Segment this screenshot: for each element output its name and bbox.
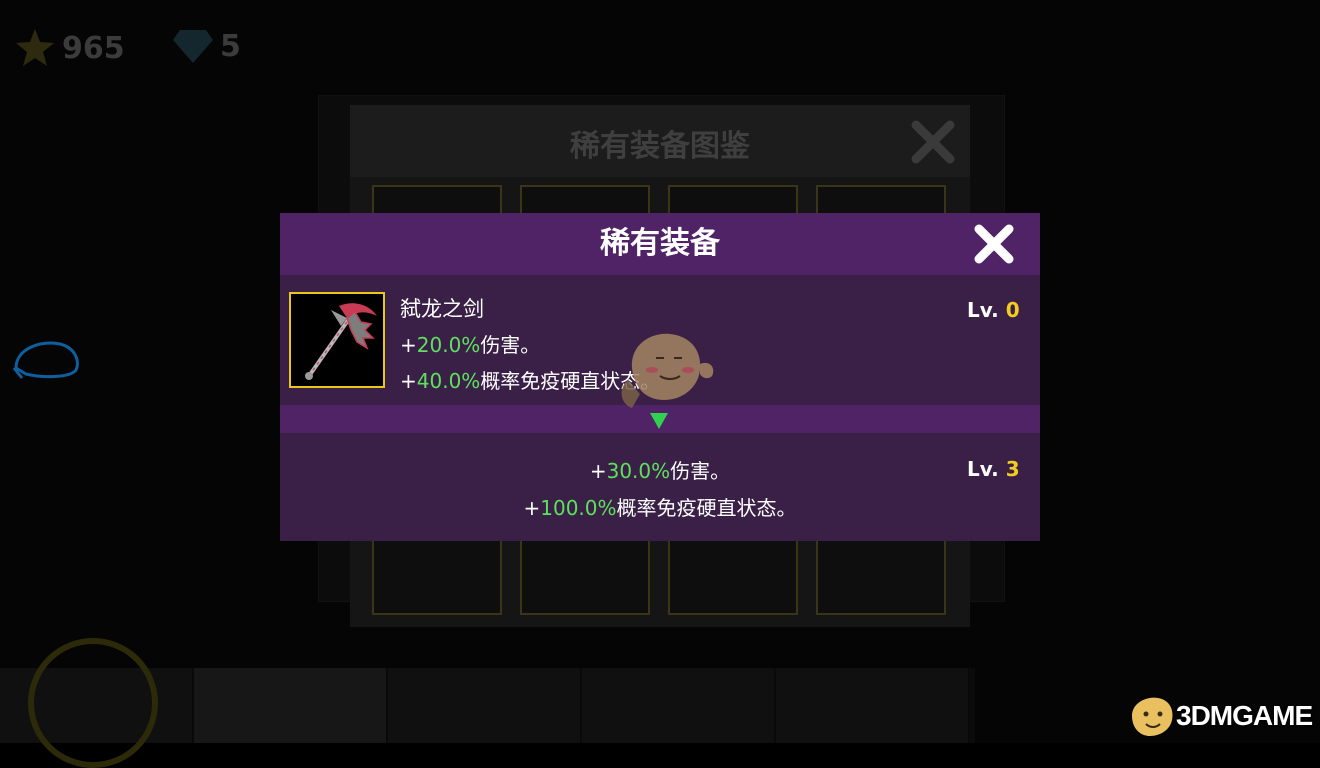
stat-value: 100.0% [540, 496, 617, 520]
mascot-icon [621, 333, 714, 408]
stat-prefix: + [589, 459, 607, 483]
blob-icon [12, 341, 79, 379]
next-level: Lv. 3 [967, 457, 1020, 481]
star-icon [16, 29, 54, 66]
bottom-ring [28, 638, 158, 768]
stat-prefix: + [523, 496, 541, 520]
popup-title: 稀有装备 [600, 226, 720, 261]
bottom-tab [776, 668, 969, 743]
gem-icon [173, 30, 213, 63]
item-name: 弑龙之剑 [400, 297, 484, 321]
stat-text: 伤害。 [670, 459, 731, 483]
gold-value: 965 [62, 30, 125, 66]
level-label: Lv. [967, 457, 999, 481]
current-stat-damage: +20.0%伤害。 [400, 329, 540, 358]
level-label: Lv. [967, 298, 999, 322]
stat-text: 概率免疫硬直状态。 [616, 496, 797, 520]
stat-prefix: + [400, 369, 417, 393]
close-icon [911, 120, 955, 164]
watermark: 3DMGAME [1128, 694, 1313, 738]
stat-text: 伤害。 [480, 333, 541, 357]
gem-value: 5 [220, 28, 241, 64]
close-button[interactable] [972, 222, 1016, 266]
bottom-tab [194, 668, 387, 743]
stat-prefix: + [400, 333, 417, 357]
current-level: Lv. 0 [967, 298, 1020, 322]
level-value: 3 [1005, 457, 1020, 481]
level-value: 0 [1005, 298, 1020, 322]
next-level-section: +30.0%伤害。 +100.0%概率免疫硬直状态。 Lv. 3 [280, 433, 1040, 541]
gold-counter: 965 [14, 28, 125, 68]
next-stat-immunity: +100.0%概率免疫硬直状态。 [280, 492, 1040, 521]
stat-value: 30.0% [606, 459, 671, 483]
item-icon-frame[interactable] [289, 292, 385, 388]
bottom-tab [582, 668, 775, 743]
scythe-icon [305, 303, 377, 380]
bottom-tab [388, 668, 581, 743]
stat-value: 40.0% [416, 369, 481, 393]
stat-value: 20.0% [416, 333, 481, 357]
next-stat-damage: +30.0%伤害。 [280, 455, 1040, 484]
background-panel-title: 稀有装备图鉴 [570, 129, 750, 164]
gem-counter: 5 [172, 28, 241, 64]
watermark-text: 3DMGAME [1176, 700, 1313, 731]
mascot-logo-icon [1132, 697, 1173, 736]
